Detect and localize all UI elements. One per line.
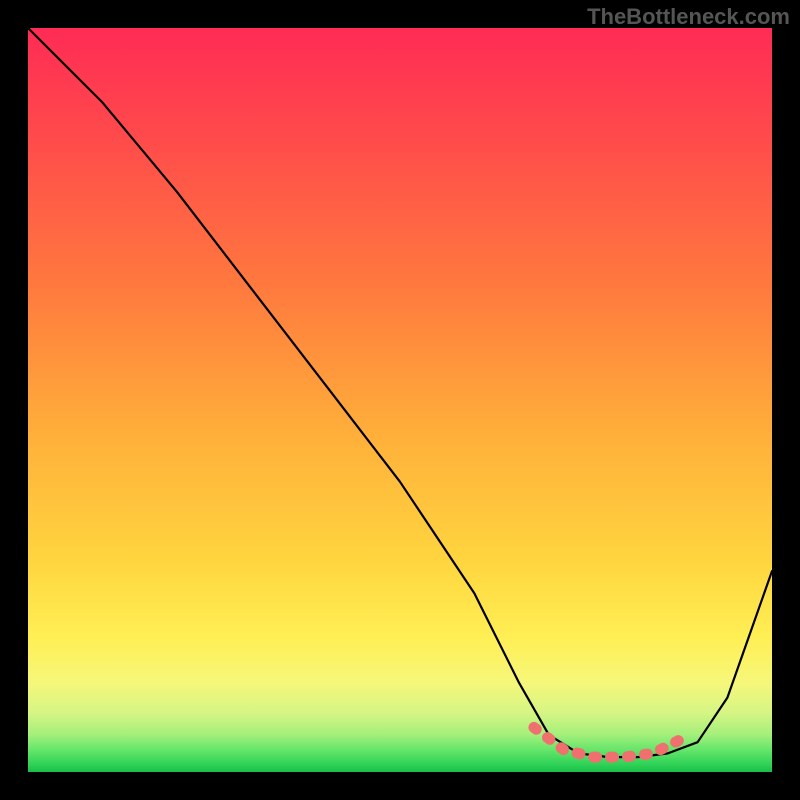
gradient-background <box>28 28 772 772</box>
chart-canvas <box>28 28 772 772</box>
watermark-text: TheBottleneck.com <box>587 4 790 30</box>
